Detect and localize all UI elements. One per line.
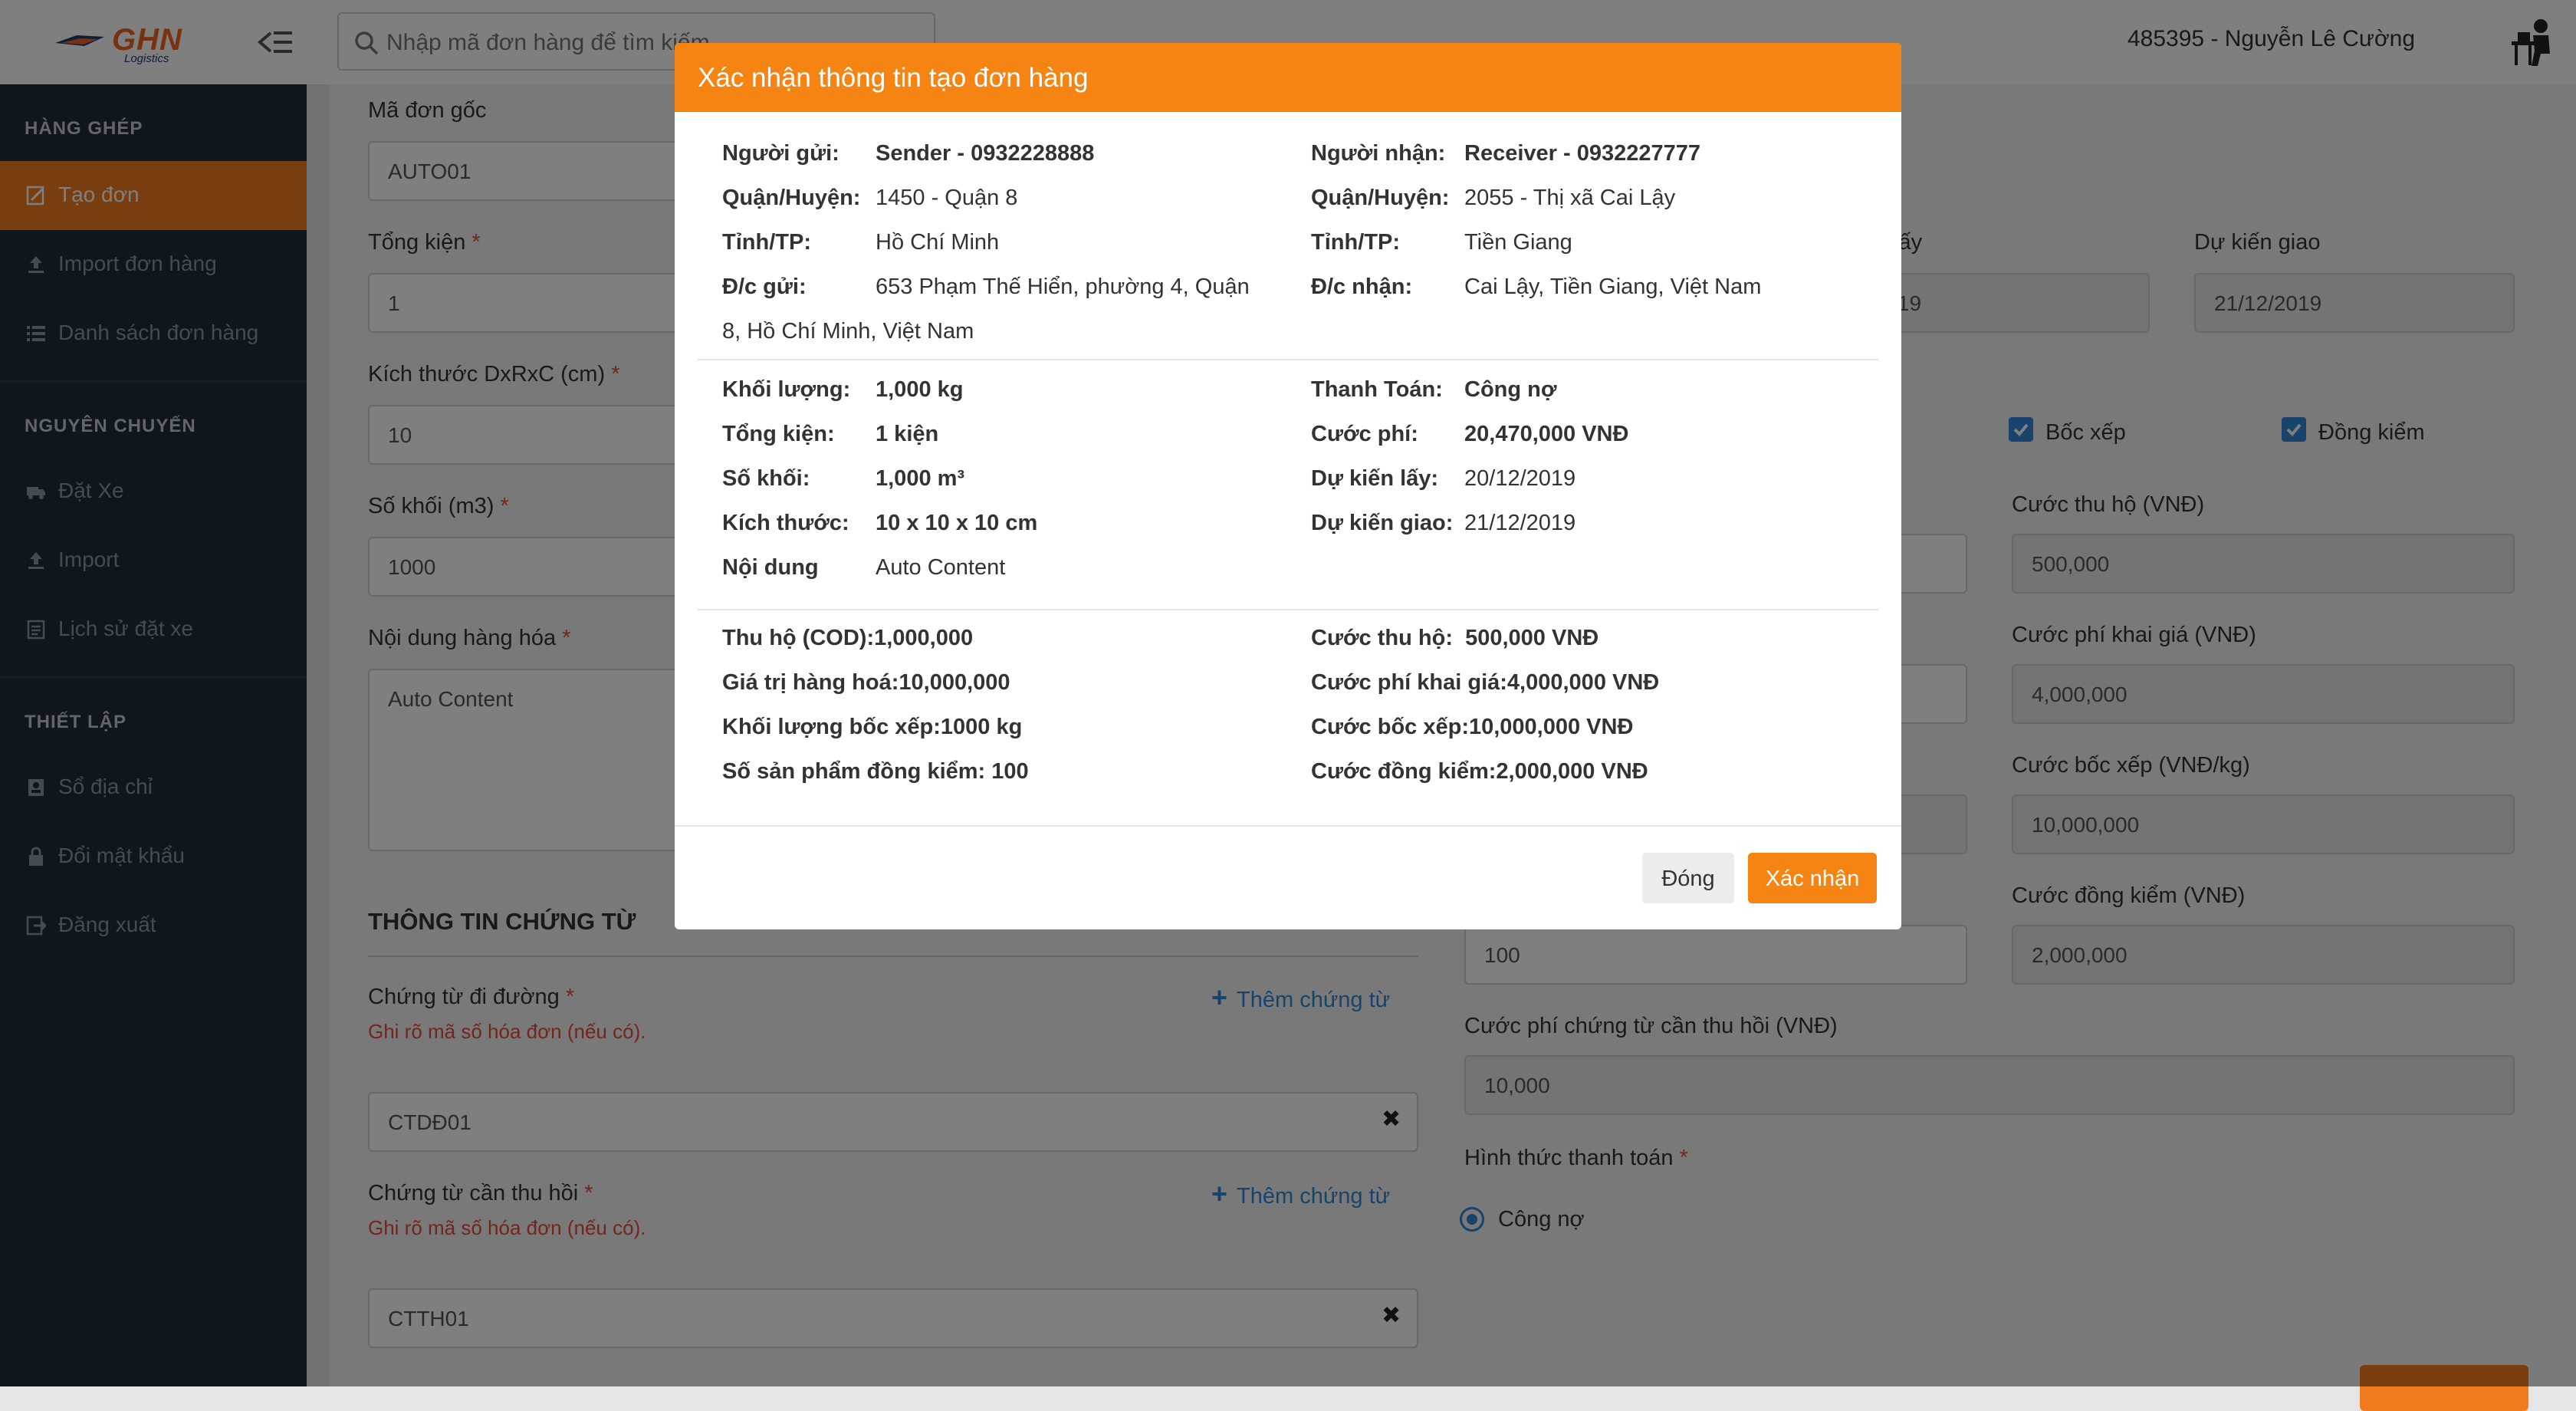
receiver-address-value: Cai Lậy, Tiền Giang, Việt Nam: [1464, 275, 1762, 299]
weight-value: 1,000 kg: [876, 377, 964, 402]
info-label: Người gửi:: [722, 141, 840, 166]
check-fee-line: Cước đồng kiểm:2,000,000 VNĐ: [1311, 759, 1648, 784]
sender-address-wrap: 8, Hồ Chí Minh, Việt Nam: [722, 319, 974, 344]
info-label: Dự kiến giao:: [1311, 511, 1454, 535]
payment-value: Công nợ: [1464, 377, 1557, 402]
content-value: Auto Content: [876, 555, 1006, 580]
cod-fee-line: Cước thu hộ: 500,000 VNĐ: [1311, 626, 1599, 650]
confirm-button-label: Xác nhận: [1765, 867, 1860, 891]
close-button-label: Đóng: [1661, 867, 1715, 891]
sender-district-value: 1450 - Quận 8: [876, 186, 1018, 210]
sender-province-value: Hồ Chí Minh: [876, 230, 1000, 255]
info-label: Nội dung: [722, 555, 819, 580]
info-label: Tỉnh/TP:: [722, 230, 811, 255]
receiver-province-value: Tiền Giang: [1464, 230, 1572, 255]
info-label: Kích thước:: [722, 511, 849, 535]
info-label: Tổng kiện:: [722, 422, 835, 446]
volume-value: 1,000 m³: [876, 466, 965, 491]
packages-value: 1 kiện: [876, 422, 939, 446]
close-button[interactable]: Đóng: [1642, 853, 1734, 903]
info-label: Tỉnh/TP:: [1311, 230, 1400, 255]
receiver-value: Receiver - 0932227777: [1464, 141, 1700, 166]
delivery-date-value: 21/12/2019: [1464, 511, 1576, 535]
info-label: Khối lượng:: [722, 377, 851, 402]
pickup-date-value: 20/12/2019: [1464, 466, 1576, 491]
modal-title: Xác nhận thông tin tạo đơn hàng: [698, 63, 1089, 93]
modal-divider: [698, 609, 1878, 610]
modal-divider: [698, 359, 1878, 360]
fee-value: 20,470,000 VNĐ: [1464, 422, 1629, 446]
declared-fee-line: Cước phí khai giá:4,000,000 VNĐ: [1311, 670, 1660, 695]
loading-weight-line: Khối lượng bốc xếp:1000 kg: [722, 715, 1023, 739]
confirm-order-modal: Xác nhận thông tin tạo đơn hàng Người gử…: [675, 43, 1901, 929]
info-label: Số khối:: [722, 466, 810, 491]
info-label: Người nhận:: [1311, 141, 1446, 166]
dimension-value: 10 x 10 x 10 cm: [876, 511, 1038, 535]
info-label: Đ/c nhận:: [1311, 275, 1413, 299]
modal-header: Xác nhận thông tin tạo đơn hàng: [675, 43, 1901, 112]
info-label: Quận/Huyện:: [1311, 186, 1450, 210]
confirm-button[interactable]: Xác nhận: [1748, 853, 1877, 903]
sender-value: Sender - 0932228888: [876, 141, 1095, 166]
info-label: Dự kiến lấy:: [1311, 466, 1439, 491]
check-count-line: Số sản phẩm đồng kiểm: 100: [722, 759, 1029, 784]
info-label: Cước phí:: [1311, 422, 1418, 446]
cod-line: Thu hộ (COD):1,000,000: [722, 626, 974, 650]
sender-address-value: 653 Phạm Thế Hiển, phường 4, Quận: [876, 275, 1250, 299]
receiver-district-value: 2055 - Thị xã Cai Lậy: [1464, 186, 1676, 210]
info-label: Thanh Toán:: [1311, 377, 1443, 402]
modal-footer-divider: [675, 825, 1901, 827]
goods-value-line: Giá trị hàng hoá:10,000,000: [722, 670, 1010, 695]
info-label: Đ/c gửi:: [722, 275, 807, 299]
loading-fee-line: Cước bốc xếp:10,000,000 VNĐ: [1311, 715, 1634, 739]
info-label: Quận/Huyện:: [722, 186, 861, 210]
